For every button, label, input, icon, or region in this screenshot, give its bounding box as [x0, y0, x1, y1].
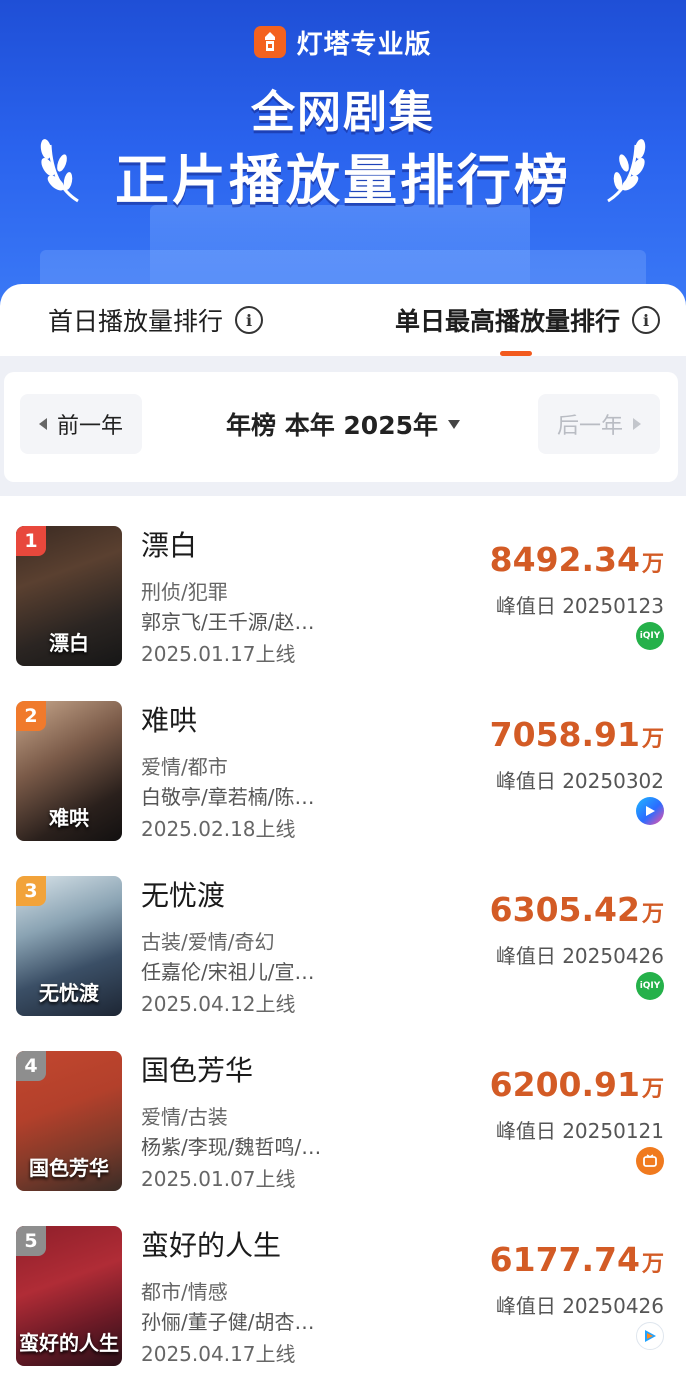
poster-image[interactable]: 1 漂白 — [16, 526, 122, 666]
list-item[interactable]: 1 漂白 漂白 刑侦/犯罪 郭京飞/王千源/赵… 2025.01.17上线 84… — [0, 498, 686, 673]
cast: 杨紫/李现/魏哲鸣/… — [141, 1135, 322, 1159]
play-count-unit: 万 — [641, 902, 664, 927]
iqiyi-icon: iQIY — [636, 972, 664, 1000]
release-date: 2025.02.18上线 — [141, 817, 296, 841]
mgtv-icon — [636, 1147, 664, 1175]
play-count-unit: 万 — [641, 552, 664, 577]
ranking-tabs: 首日播放量排行 i 单日最高播放量排行 i — [0, 284, 686, 356]
youku-icon — [636, 797, 664, 825]
play-count: 7058.91万 — [490, 715, 664, 754]
play-count-number: 7058.91 — [489, 715, 640, 754]
play-count-unit: 万 — [641, 1077, 664, 1102]
play-count-number: 6305.42 — [489, 890, 640, 929]
peak-date: 峰值日 20250302 — [495, 769, 664, 793]
banner-title-line2: 正片播放量排行榜 — [115, 149, 571, 212]
dropdown-arrow-icon — [448, 419, 460, 429]
list-item[interactable]: 3 无忧渡 无忧渡 古装/爱情/奇幻 任嘉伦/宋祖儿/宣… 2025.04.12… — [0, 848, 686, 1023]
rank-badge: 4 — [16, 1051, 46, 1081]
rank-badge: 5 — [16, 1226, 46, 1256]
next-year-label: 后一年 — [556, 414, 623, 439]
play-count: 6177.74万 — [490, 1240, 664, 1279]
list-item[interactable]: 5 蛮好的人生 蛮好的人生 都市/情感 孙俪/董子健/胡杏… 2025.04.1… — [0, 1198, 686, 1373]
poster-image[interactable]: 5 蛮好的人生 — [16, 1226, 122, 1366]
poster-title-art: 国色芳华 — [29, 1156, 109, 1180]
banner-title-line1: 全网剧集 — [251, 87, 435, 138]
lighthouse-logo-icon — [254, 26, 287, 58]
play-count-number: 8492.34 — [489, 540, 640, 579]
genre: 爱情/古装 — [141, 1105, 228, 1129]
poster-image[interactable]: 2 难哄 — [16, 701, 122, 841]
play-count-number: 6200.91 — [489, 1065, 640, 1104]
header-banner: 灯塔专业版 全网剧集 正片播放量排行榜 — [0, 0, 686, 330]
peak-date: 峰值日 20250426 — [495, 1294, 664, 1318]
play-count: 6200.91万 — [490, 1065, 664, 1104]
next-year-button[interactable]: 后一年 — [538, 394, 660, 454]
play-count: 8492.34万 — [490, 540, 664, 579]
genre: 刑侦/犯罪 — [141, 580, 228, 604]
year-selector-label: 年榜 本年 2025年 — [226, 411, 438, 440]
poster-title-art: 无忧渡 — [39, 981, 99, 1005]
peak-date: 峰值日 20250426 — [495, 944, 664, 968]
poster-title-art: 难哄 — [49, 806, 89, 830]
cast: 郭京飞/王千源/赵… — [141, 610, 315, 634]
info-icon[interactable]: i — [632, 306, 660, 334]
brand: 灯塔专业版 — [0, 22, 686, 62]
info-icon[interactable]: i — [235, 306, 264, 334]
drama-title[interactable]: 漂白 — [141, 524, 197, 564]
arrow-right-icon — [633, 418, 641, 430]
peak-date: 峰值日 20250121 — [495, 1119, 664, 1143]
tab-first-day-plays[interactable]: 首日播放量排行 i — [48, 302, 264, 338]
poster-title-art: 蛮好的人生 — [19, 1331, 119, 1355]
tab-single-day-peak-plays[interactable]: 单日最高播放量排行 i — [395, 302, 660, 338]
play-count-number: 6177.74 — [489, 1240, 640, 1279]
rank-badge: 3 — [16, 876, 46, 906]
rank-badge: 2 — [16, 701, 46, 731]
release-date: 2025.04.12上线 — [141, 992, 296, 1016]
release-date: 2025.04.17上线 — [141, 1342, 296, 1366]
rank-badge: 1 — [16, 526, 46, 556]
play-count-unit: 万 — [641, 727, 664, 752]
poster-title-art: 漂白 — [49, 631, 89, 655]
play-count-unit: 万 — [641, 1252, 664, 1277]
genre: 爱情/都市 — [141, 755, 228, 779]
tab-label: 单日最高播放量排行 — [394, 307, 620, 336]
cast: 任嘉伦/宋祖儿/宣… — [141, 960, 315, 984]
play-count: 6305.42万 — [490, 890, 664, 929]
genre: 古装/爱情/奇幻 — [141, 930, 275, 954]
drama-title[interactable]: 国色芳华 — [141, 1049, 253, 1089]
cast: 白敬亭/章若楠/陈… — [141, 785, 315, 809]
brand-name: 灯塔专业版 — [296, 29, 432, 60]
tab-label: 首日播放量排行 — [48, 307, 224, 336]
poster-image[interactable]: 4 国色芳华 — [16, 1051, 122, 1191]
release-date: 2025.01.17上线 — [141, 642, 296, 666]
drama-title[interactable]: 难哄 — [141, 699, 197, 739]
iqiyi-icon: iQIY — [636, 622, 664, 650]
list-item[interactable]: 4 国色芳华 国色芳华 爱情/古装 杨紫/李现/魏哲鸣/… 2025.01.07… — [0, 1023, 686, 1198]
poster-image[interactable]: 3 无忧渡 — [16, 876, 122, 1016]
peak-date: 峰值日 20250123 — [495, 594, 664, 618]
release-date: 2025.01.07上线 — [141, 1167, 296, 1191]
tencent-icon — [636, 1322, 664, 1350]
drama-title[interactable]: 蛮好的人生 — [141, 1224, 281, 1264]
list-item[interactable]: 2 难哄 难哄 爱情/都市 白敬亭/章若楠/陈… 2025.02.18上线 70… — [0, 673, 686, 848]
cast: 孙俪/董子健/胡杏… — [141, 1310, 315, 1334]
drama-title[interactable]: 无忧渡 — [141, 874, 225, 914]
genre: 都市/情感 — [141, 1280, 228, 1304]
